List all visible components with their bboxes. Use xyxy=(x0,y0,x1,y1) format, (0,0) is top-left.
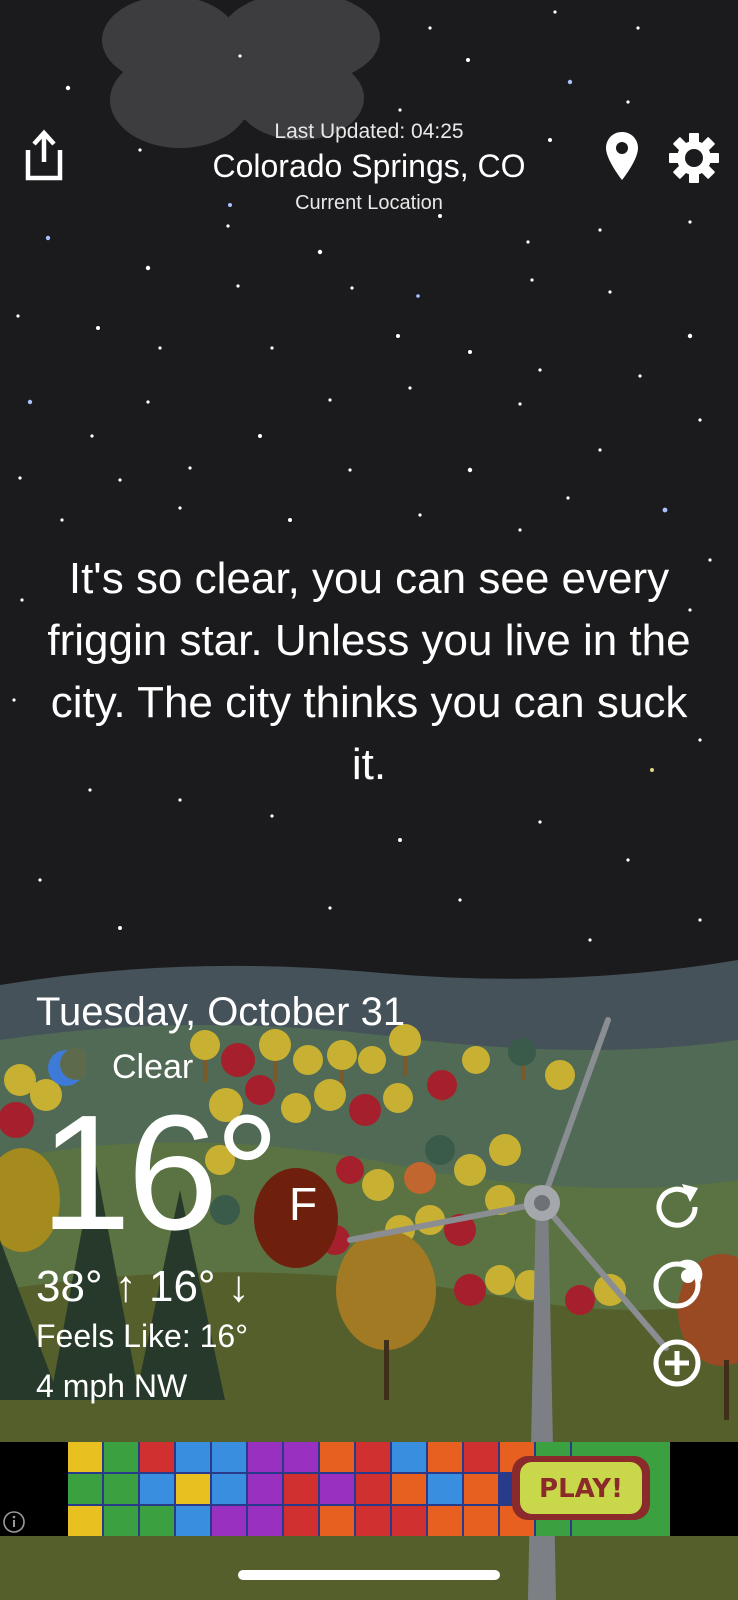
location-subtitle: Current Location xyxy=(295,192,443,214)
weather-quote: It's so clear, you can see every friggin… xyxy=(47,554,691,789)
ad-banner[interactable]: PLAY! xyxy=(68,1442,670,1536)
add-icon[interactable] xyxy=(650,1336,704,1390)
high-low-temperature: 38° ↑ 16° ↓ xyxy=(36,1262,250,1311)
location-pin-icon[interactable] xyxy=(604,130,640,182)
home-indicator[interactable] xyxy=(238,1570,500,1580)
ad-play-label[interactable]: PLAY! xyxy=(539,1474,623,1504)
refresh-icon[interactable] xyxy=(650,1180,704,1234)
gear-icon[interactable] xyxy=(668,132,720,184)
forecast-date: Tuesday, October 31 xyxy=(36,990,406,1034)
ad-game-image: PLAY! xyxy=(68,1442,670,1536)
temperature-unit: F xyxy=(288,1178,318,1230)
theme-icon[interactable] xyxy=(650,1258,704,1312)
info-icon[interactable] xyxy=(2,1510,26,1534)
feels-like: Feels Like: 16° xyxy=(36,1318,249,1354)
current-temperature: 16° xyxy=(40,1081,280,1264)
wind-speed: 4 mph NW xyxy=(36,1368,188,1404)
